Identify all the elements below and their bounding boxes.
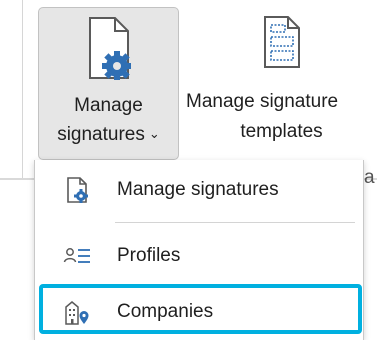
menu-item-profiles[interactable]: Profiles bbox=[35, 228, 363, 284]
manage-signatures-dropdown: Manage signatures Profiles Companies bbox=[34, 160, 364, 340]
menu-item-label: Companies bbox=[117, 301, 214, 322]
ribbon-area: Manage signatures ⌄ Manage signature temp… bbox=[0, 0, 377, 340]
document-gear-icon bbox=[87, 16, 132, 81]
profiles-list-icon bbox=[63, 242, 91, 270]
manage-signatures-label-text: signatures bbox=[57, 124, 145, 145]
building-location-icon bbox=[63, 298, 91, 326]
menu-item-companies[interactable]: Companies bbox=[35, 284, 363, 340]
menu-item-manage-signatures[interactable]: Manage signatures bbox=[35, 162, 363, 218]
manage-signatures-label-line1: Manage bbox=[74, 95, 143, 116]
menu-item-label: Manage signatures bbox=[117, 179, 279, 200]
chevron-down-icon[interactable]: ⌄ bbox=[149, 126, 160, 141]
document-gear-icon bbox=[63, 176, 91, 204]
manage-signature-templates-button[interactable]: Manage signature templates bbox=[186, 7, 377, 160]
partial-ribbon-label: a bbox=[364, 167, 375, 188]
group-divider bbox=[22, 0, 23, 178]
manage-signatures-label-line2: signatures ⌄ bbox=[39, 121, 178, 150]
template-document-icon bbox=[262, 15, 302, 69]
manage-templates-label-line1: Manage signature bbox=[186, 91, 339, 112]
menu-item-label: Profiles bbox=[117, 245, 181, 266]
menu-separator bbox=[115, 222, 355, 223]
manage-signatures-button[interactable]: Manage signatures ⌄ bbox=[38, 7, 179, 160]
manage-templates-label-line2: templates bbox=[240, 121, 323, 142]
